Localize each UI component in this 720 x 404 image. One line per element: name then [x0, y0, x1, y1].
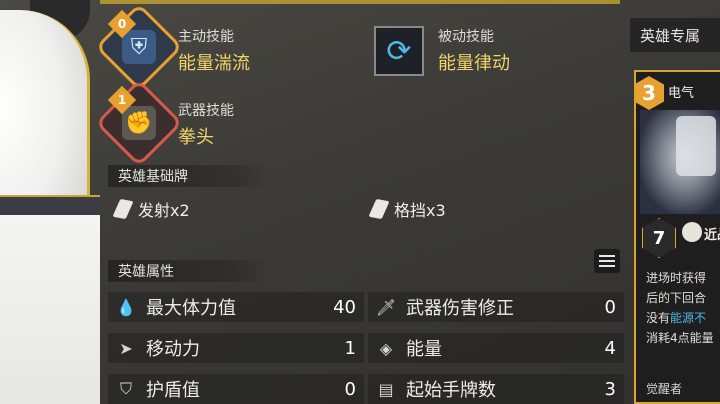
attr-energy: ◈ 能量 4: [368, 333, 624, 363]
exclusive-header: 英雄专属: [630, 18, 720, 52]
attr-shield: ⛉ 护盾值 0: [108, 374, 364, 404]
weapon-skill-level-badge: 1: [107, 85, 137, 115]
sword-icon: 🗡: [375, 297, 397, 317]
hero-portrait: [0, 0, 105, 404]
base-card-label: 发射x2: [138, 201, 190, 220]
exclusive-card[interactable]: 3 电气 7 近战 进场时获得 后的下回合 没有能源不 消耗4点能量 觉醒者: [634, 70, 720, 404]
top-accent-line: [100, 0, 620, 4]
card-range-value: 7: [642, 218, 676, 258]
shield-icon: ⛉: [119, 379, 132, 398]
card-cost: 3: [636, 76, 664, 110]
active-skill-icon-frame[interactable]: ⛨ 0: [95, 3, 183, 91]
weapon-skill-name: 拳头: [178, 127, 214, 148]
drop-icon: 💧: [116, 297, 136, 317]
passive-skill-type: 被动技能: [438, 29, 494, 45]
card-icon: [368, 198, 390, 220]
passive-skill-name: 能量律动: [438, 53, 510, 74]
attr-weapon-damage-mod: 🗡 武器伤害修正 0: [368, 292, 624, 322]
hero-body: [0, 215, 100, 404]
active-skill-level-badge: 0: [107, 9, 137, 39]
attr-max-hp: 💧 最大体力值 40: [108, 292, 364, 322]
attr-movement: ➤ 移动力 1: [108, 333, 364, 363]
cards-icon: ▤: [378, 379, 394, 399]
card-range-label: 近战: [704, 228, 720, 243]
diamond-icon: ◈: [379, 338, 393, 358]
base-card-label: 格挡x3: [394, 201, 446, 220]
card-description: 进场时获得 后的下回合 没有能源不 消耗4点能量: [646, 271, 714, 345]
weapon-skill-icon-frame[interactable]: ✊ 1: [95, 79, 183, 167]
active-skill-type: 主动技能: [178, 29, 234, 45]
active-skill-name: 能量湍流: [178, 53, 250, 74]
base-card-shoot[interactable]: 发射x2: [112, 197, 190, 221]
weapon-skill-type: 武器技能: [178, 103, 234, 119]
list-icon[interactable]: [594, 249, 620, 273]
card-art-mech: [676, 116, 716, 176]
boot-icon: ➤: [119, 338, 133, 358]
base-card-block[interactable]: 格挡x3: [368, 197, 446, 221]
sword-shield-icon: ⛨: [122, 30, 156, 64]
attributes-header: 英雄属性: [108, 260, 268, 282]
attr-starting-hand: ▤ 起始手牌数 3: [368, 374, 624, 404]
fist-icon: ✊: [122, 106, 156, 140]
hero-collar: [0, 195, 100, 217]
base-cards-header: 英雄基础牌: [108, 165, 268, 187]
card-title: 电气: [668, 86, 695, 101]
card-footer: 觉醒者: [646, 382, 683, 396]
melee-icon: [682, 222, 702, 242]
card-icon: [112, 198, 134, 220]
refresh-cycle-icon[interactable]: ⟳: [374, 26, 424, 76]
